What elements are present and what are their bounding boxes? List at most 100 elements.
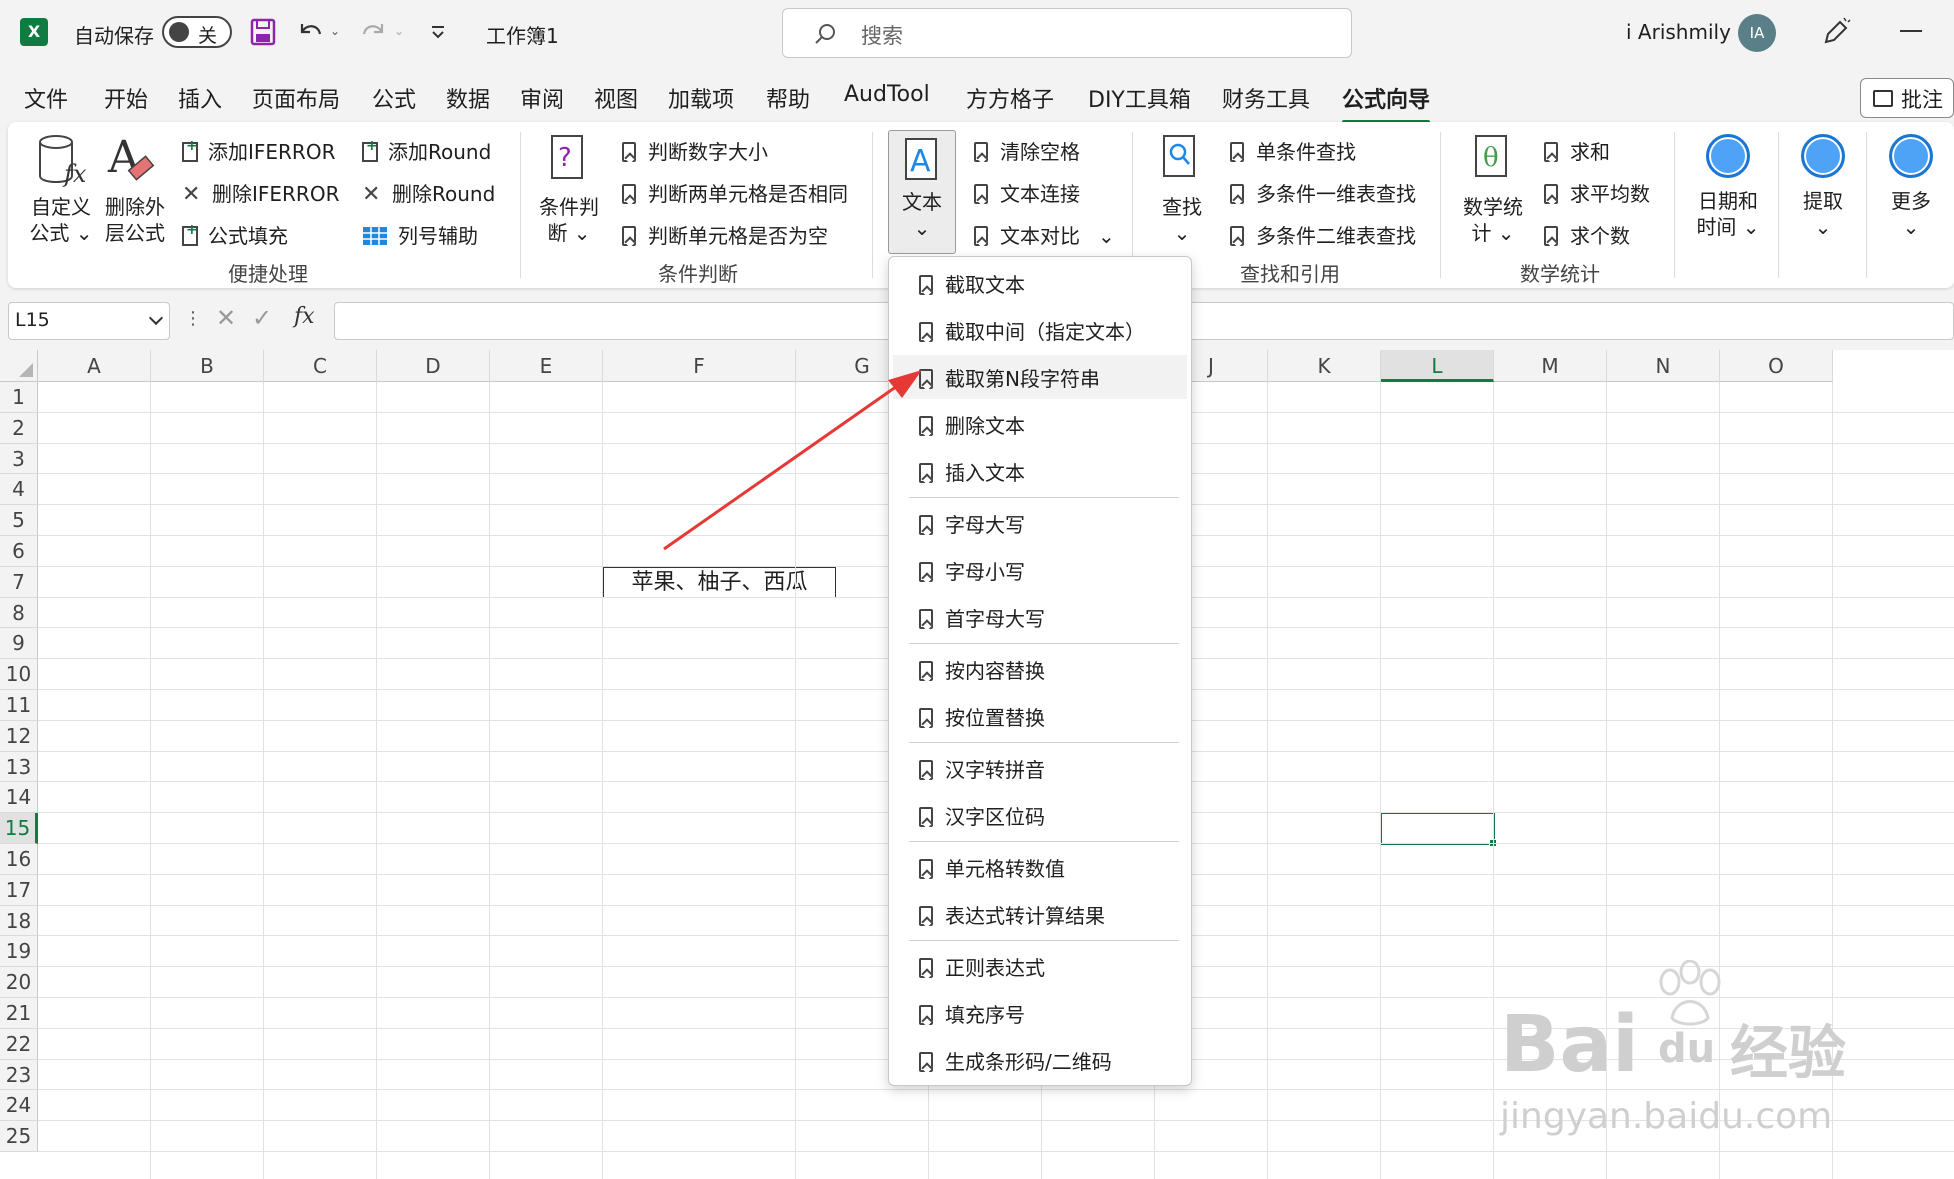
column-helper-button[interactable]: 列号辅助 bbox=[362, 220, 478, 249]
column-header-k[interactable]: K bbox=[1268, 350, 1381, 382]
tab-home[interactable]: 开始 bbox=[104, 82, 148, 114]
tab-fangfang[interactable]: 方方格子 bbox=[966, 82, 1054, 114]
column-header-o[interactable]: O bbox=[1720, 350, 1833, 382]
row-header-1[interactable]: 1 bbox=[0, 382, 38, 413]
condition-button[interactable]: ? 条件判 断 ⌄ bbox=[536, 132, 602, 246]
undo-icon[interactable] bbox=[296, 16, 324, 46]
row-header-25[interactable]: 25 bbox=[0, 1121, 38, 1152]
cell-f7[interactable]: 苹果、柚子、西瓜 bbox=[603, 566, 836, 598]
dropdown-item-16[interactable]: 生成条形码/二维码 bbox=[893, 1038, 1187, 1082]
tab-review[interactable]: 审阅 bbox=[520, 82, 564, 114]
tab-view[interactable]: 视图 bbox=[594, 82, 638, 114]
row-header-7[interactable]: 7 bbox=[0, 566, 38, 598]
dropdown-item-5[interactable]: 字母大写 bbox=[893, 501, 1187, 545]
dropdown-item-2[interactable]: 截取第N段字符串 bbox=[893, 355, 1187, 399]
row-header-12[interactable]: 12 bbox=[0, 720, 38, 752]
cancel-icon[interactable]: ✕ bbox=[216, 304, 236, 332]
date-time-button[interactable]: 日期和 时间 ⌄ bbox=[1690, 132, 1766, 240]
dropdown-item-13[interactable]: 表达式转计算结果 bbox=[893, 892, 1187, 936]
multi-2d-lookup-button[interactable]: 多条件二维表查找 bbox=[1230, 220, 1416, 249]
save-icon[interactable] bbox=[250, 18, 276, 46]
count-button[interactable]: 求个数 bbox=[1544, 220, 1630, 249]
row-header-15[interactable]: 15 bbox=[0, 813, 38, 844]
add-round-button[interactable]: 添加Round bbox=[362, 136, 491, 165]
dropdown-item-14[interactable]: 正则表达式 bbox=[893, 944, 1187, 988]
row-header-8[interactable]: 8 bbox=[0, 597, 38, 629]
row-header-19[interactable]: 19 bbox=[0, 936, 38, 968]
search-box[interactable]: 搜索 bbox=[782, 8, 1352, 58]
dropdown-item-9[interactable]: 按位置替换 bbox=[893, 694, 1187, 738]
row-header-2[interactable]: 2 bbox=[0, 412, 38, 444]
minimize-button[interactable] bbox=[1900, 30, 1922, 32]
dropdown-item-7[interactable]: 首字母大写 bbox=[893, 595, 1187, 639]
dropdown-item-3[interactable]: 删除文本 bbox=[893, 402, 1187, 446]
row-header-21[interactable]: 21 bbox=[0, 998, 38, 1029]
enter-icon[interactable]: ✓ bbox=[252, 304, 272, 332]
average-button[interactable]: 求平均数 bbox=[1544, 178, 1650, 207]
column-header-c[interactable]: C bbox=[264, 350, 377, 382]
single-lookup-button[interactable]: 单条件查找 bbox=[1230, 136, 1356, 165]
row-header-5[interactable]: 5 bbox=[0, 505, 38, 536]
tab-page-layout[interactable]: 页面布局 bbox=[252, 82, 340, 114]
dropdown-item-12[interactable]: 单元格转数值 bbox=[893, 845, 1187, 889]
text-join-button[interactable]: 文本连接 bbox=[974, 178, 1080, 207]
text-button[interactable]: A 文本 ⌄ bbox=[888, 130, 956, 254]
tab-formula-wizard[interactable]: 公式向导 bbox=[1342, 82, 1431, 124]
add-iferror-button[interactable]: 添加IFERROR bbox=[182, 136, 335, 165]
row-header-11[interactable]: 11 bbox=[0, 690, 38, 721]
dropdown-item-4[interactable]: 插入文本 bbox=[893, 449, 1187, 493]
tab-help[interactable]: 帮助 bbox=[766, 82, 810, 114]
delete-round-button[interactable]: ✕ 删除Round bbox=[362, 178, 495, 207]
column-header-b[interactable]: B bbox=[151, 350, 264, 382]
dropdown-item-0[interactable]: 截取文本 bbox=[893, 261, 1187, 305]
check-empty-button[interactable]: 判断单元格是否为空 bbox=[622, 220, 828, 249]
comments-button[interactable]: 批注 bbox=[1860, 78, 1954, 118]
row-header-17[interactable]: 17 bbox=[0, 874, 38, 906]
tab-data[interactable]: 数据 bbox=[446, 82, 490, 114]
row-header-6[interactable]: 6 bbox=[0, 536, 38, 567]
undo-dropdown-chevron-icon[interactable]: ⌄ bbox=[330, 24, 340, 38]
more-button[interactable]: 更多 ⌄ bbox=[1876, 132, 1946, 240]
dropdown-item-15[interactable]: 填充序号 bbox=[893, 991, 1187, 1035]
column-header-d[interactable]: D bbox=[377, 350, 490, 382]
pen-icon[interactable] bbox=[1820, 16, 1852, 48]
insert-function-icon[interactable]: fx bbox=[294, 304, 315, 329]
column-header-e[interactable]: E bbox=[490, 350, 603, 382]
row-header-20[interactable]: 20 bbox=[0, 967, 38, 998]
math-button[interactable]: θ 数学统 计 ⌄ bbox=[1460, 132, 1526, 246]
redo-dropdown-chevron-icon[interactable]: ⌄ bbox=[394, 24, 404, 38]
avatar[interactable]: IA bbox=[1738, 14, 1776, 52]
dropdown-item-6[interactable]: 字母小写 bbox=[893, 548, 1187, 592]
custom-formula-button[interactable]: fx 自定义 公式 ⌄ bbox=[28, 132, 94, 246]
delete-outer-formula-button[interactable]: A 删除外 层公式 bbox=[102, 132, 168, 246]
row-header-18[interactable]: 18 bbox=[0, 905, 38, 937]
dropdown-item-1[interactable]: 截取中间（指定文本） bbox=[893, 308, 1187, 352]
compare-cells-button[interactable]: 判断两单元格是否相同 bbox=[622, 178, 848, 207]
autosave-toggle[interactable]: 关 bbox=[162, 16, 232, 48]
column-header-a[interactable]: A bbox=[38, 350, 151, 382]
column-header-l[interactable]: L bbox=[1381, 350, 1494, 382]
select-all-corner[interactable] bbox=[0, 350, 38, 382]
row-header-3[interactable]: 3 bbox=[0, 443, 38, 475]
tab-addins[interactable]: 加载项 bbox=[668, 82, 734, 114]
tab-audtool[interactable]: AudTool bbox=[844, 82, 930, 107]
tab-file[interactable]: 文件 bbox=[24, 82, 68, 114]
customize-toolbar-icon[interactable] bbox=[430, 22, 446, 42]
dropdown-item-11[interactable]: 汉字区位码 bbox=[893, 793, 1187, 837]
selected-cell-l15[interactable] bbox=[1380, 812, 1497, 847]
more-options-icon[interactable]: ⋮ bbox=[184, 308, 202, 329]
delete-iferror-button[interactable]: ✕ 删除IFERROR bbox=[182, 178, 339, 207]
formula-fill-button[interactable]: 公式填充 bbox=[182, 220, 288, 249]
column-header-n[interactable]: N bbox=[1607, 350, 1720, 382]
dropdown-item-8[interactable]: 按内容替换 bbox=[893, 647, 1187, 691]
column-header-f[interactable]: F bbox=[603, 350, 796, 382]
column-header-m[interactable]: M bbox=[1494, 350, 1607, 382]
name-box[interactable]: L15 bbox=[8, 302, 170, 340]
tab-finance-tools[interactable]: 财务工具 bbox=[1222, 82, 1310, 114]
multi-1d-lookup-button[interactable]: 多条件一维表查找 bbox=[1230, 178, 1416, 207]
row-header-13[interactable]: 13 bbox=[0, 751, 38, 783]
tab-formulas[interactable]: 公式 bbox=[372, 82, 416, 114]
tab-insert[interactable]: 插入 bbox=[178, 82, 222, 114]
row-header-23[interactable]: 23 bbox=[0, 1059, 38, 1091]
text-compare-button[interactable]: 文本对比 ⌄ bbox=[974, 220, 1115, 249]
